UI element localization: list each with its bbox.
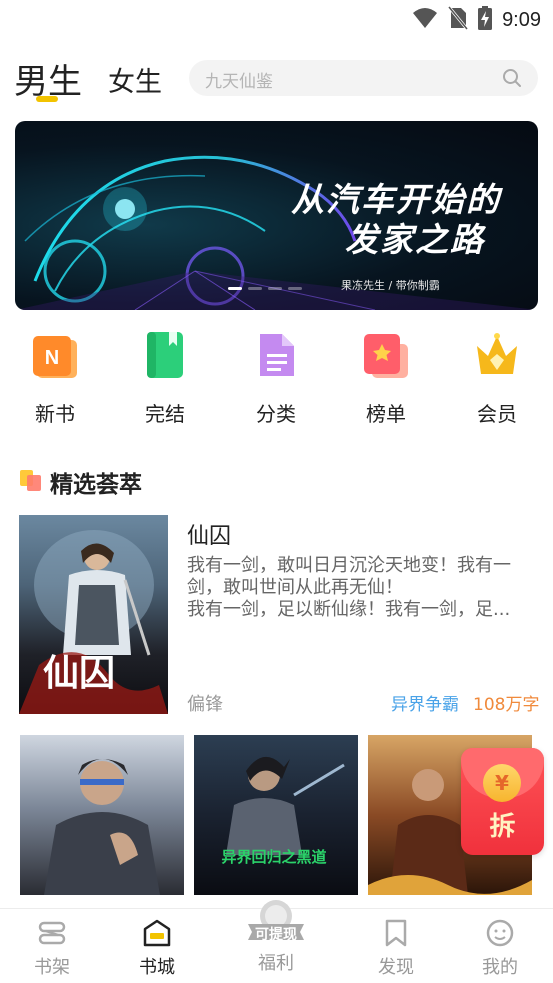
tab-female[interactable]: 女生 xyxy=(108,60,162,99)
no-sim-icon xyxy=(447,6,469,34)
cover-art xyxy=(44,759,160,895)
search-input[interactable]: 九天仙鉴 xyxy=(189,60,538,96)
nav-label: 发现 xyxy=(378,957,414,978)
nav-bookshelf[interactable]: 书架 xyxy=(17,917,87,979)
nav-discover[interactable]: 发现 xyxy=(361,917,431,979)
banner-title-line2: 发家之路 xyxy=(345,220,485,259)
banner-dot[interactable] xyxy=(268,287,282,290)
category-vip[interactable]: 会员 xyxy=(462,330,532,427)
book-cover[interactable] xyxy=(20,735,184,895)
promo-banner[interactable]: 从汽车开始的 发家之路 果冻先生 / 带你制霸 xyxy=(15,121,538,310)
section-icon xyxy=(20,468,42,496)
profile-icon xyxy=(484,917,516,949)
section-title: 精选荟萃 xyxy=(50,472,142,498)
top-header: 男生 女生 九天仙鉴 xyxy=(0,50,553,108)
category-label: 榜单 xyxy=(366,402,406,426)
ranking-icon xyxy=(362,330,410,380)
book-cover[interactable]: 异界回归之黑道 xyxy=(194,735,358,895)
active-tab-indicator xyxy=(36,96,58,102)
status-time: 9:09 xyxy=(502,8,541,31)
nav-label: 书架 xyxy=(34,957,70,978)
finished-book-icon xyxy=(141,330,189,380)
category-row: N 新书 完结 分类 榜单 会员 xyxy=(0,330,553,430)
featured-book-cover[interactable]: 仙囚 xyxy=(19,515,168,714)
banner-dot[interactable] xyxy=(248,287,262,290)
featured-book-description: 我有一剑，敢叫日月沉沦天地变！我有一剑，敢叫世间从此再无仙！ 我有一剑，足以断仙… xyxy=(187,555,511,620)
category-ranking[interactable]: 榜单 xyxy=(351,330,421,427)
status-icons: 9:09 xyxy=(412,6,541,34)
category-new-books[interactable]: N 新书 xyxy=(20,330,90,427)
welfare-badge-text: 可提现 xyxy=(255,927,297,943)
featured-book-word-count: 108万字 xyxy=(473,695,540,715)
banner-dot[interactable] xyxy=(288,287,302,290)
category-label: 完结 xyxy=(145,402,185,426)
category-classify[interactable]: 分类 xyxy=(241,330,311,427)
battery-charging-icon xyxy=(478,6,493,34)
cover-title-text: 仙囚 xyxy=(43,653,115,694)
yuan-coin-icon: ¥ xyxy=(483,764,521,802)
nav-label: 我的 xyxy=(482,957,518,978)
nav-bookstore[interactable]: 书城 xyxy=(122,917,192,979)
search-placeholder: 九天仙鉴 xyxy=(205,72,273,92)
category-label: 新书 xyxy=(35,402,75,426)
welfare-badge[interactable]: 可提现 xyxy=(244,898,308,943)
nav-label: 书城 xyxy=(139,957,175,978)
category-label: 分类 xyxy=(256,402,296,426)
bookshelf-icon xyxy=(36,917,68,949)
status-bar: 9:09 xyxy=(0,0,553,40)
category-finished[interactable]: 完结 xyxy=(130,330,200,427)
cover-art: 仙囚 xyxy=(19,530,168,714)
banner-pagination xyxy=(228,287,302,290)
featured-book-title[interactable]: 仙囚 xyxy=(187,518,231,550)
nav-label: 福利 xyxy=(258,953,294,974)
featured-book-genre: 异界争霸 xyxy=(391,695,459,715)
nav-profile[interactable]: 我的 xyxy=(465,917,535,979)
category-label: 会员 xyxy=(477,402,517,426)
banner-dot[interactable] xyxy=(228,287,242,290)
featured-book-author: 偏锋 xyxy=(187,694,223,715)
cover-title-text: 异界回归之黑道 xyxy=(221,848,326,866)
crown-icon xyxy=(473,330,521,380)
banner-credit: 果冻先生 / 带你制霸 xyxy=(341,279,440,292)
cover-art: 异界回归之黑道 xyxy=(221,756,345,866)
category-icon xyxy=(252,330,300,380)
section-header: 精选荟萃 xyxy=(20,466,142,498)
svg-text:N: N xyxy=(45,347,59,369)
new-book-icon: N xyxy=(31,330,79,380)
search-icon[interactable] xyxy=(502,68,522,92)
bookmark-icon xyxy=(380,917,412,949)
red-packet-label: 拆 xyxy=(489,812,516,842)
red-packet-button[interactable]: ¥ 拆 xyxy=(461,748,544,855)
bookstore-icon xyxy=(141,917,173,949)
wifi-icon xyxy=(412,7,438,33)
